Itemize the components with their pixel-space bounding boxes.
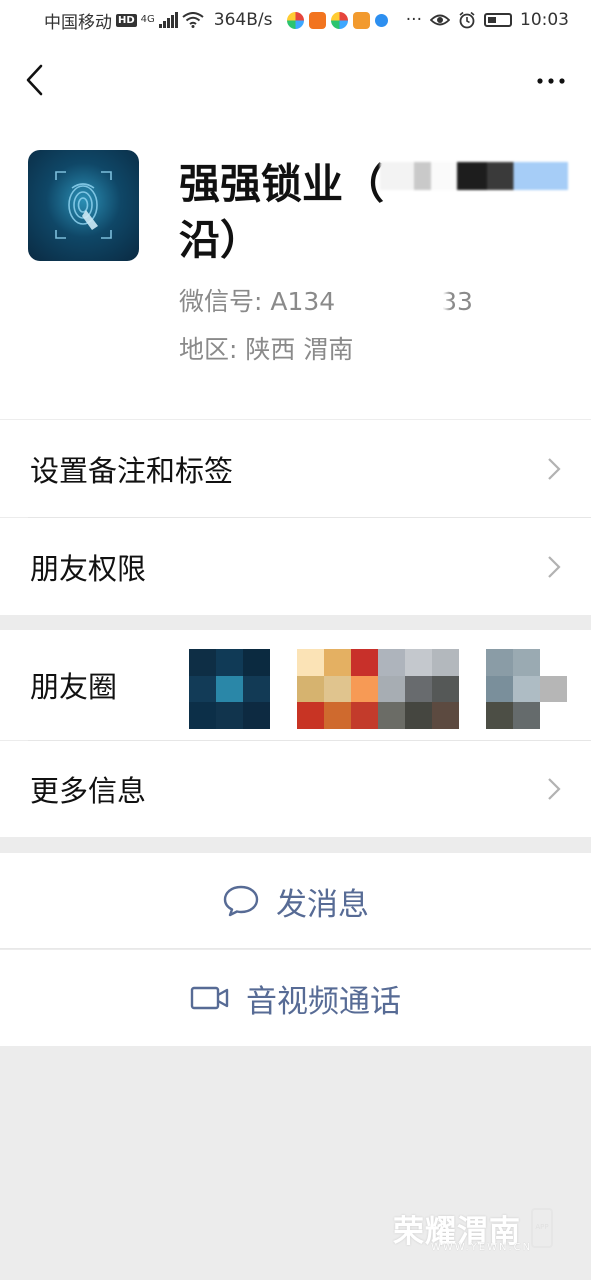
more-info-label: 更多信息 xyxy=(30,774,147,808)
avatar[interactable] xyxy=(28,150,139,261)
contact-name-line2: 沿） xyxy=(179,216,261,264)
watermark: 荣耀渭南 WWW.YEWN.CN APP xyxy=(393,1206,553,1256)
wechat-id-redaction xyxy=(362,283,447,317)
send-message-label: 发消息 xyxy=(276,886,369,923)
moments-thumbnail[interactable] xyxy=(189,649,270,729)
network-speed: 364B/s xyxy=(213,10,273,30)
fingerprint-icon xyxy=(55,171,112,239)
video-call-label: 音视频通话 xyxy=(246,983,401,1020)
chevron-right-icon xyxy=(548,778,561,800)
video-camera-icon xyxy=(190,986,229,1010)
clock: 10:03 xyxy=(520,10,569,30)
watermark-url: WWW.YEWN.CN xyxy=(431,1242,533,1253)
set-remarks-label: 设置备注和标签 xyxy=(30,453,234,488)
moments-thumbnail[interactable] xyxy=(486,649,567,729)
more-options-icon[interactable] xyxy=(531,66,571,96)
app-notification-icon xyxy=(286,11,304,29)
more-info-row[interactable]: 更多信息 xyxy=(0,741,591,837)
phone-icon: APP xyxy=(531,1208,553,1248)
video-call-button[interactable]: 音视频通话 xyxy=(0,950,591,1046)
network-type: 4G xyxy=(140,13,155,25)
app-notification-icon xyxy=(330,11,348,29)
profile-card: 强强锁业（ 沿） 微信号: A134 533 地区: 陕西 渭南 xyxy=(0,122,591,419)
moments-thumbnail[interactable] xyxy=(297,649,459,729)
app-notification-icon xyxy=(374,13,388,27)
more-notifications: ··· xyxy=(405,10,422,30)
send-message-button[interactable]: 发消息 xyxy=(0,853,591,949)
header-bar xyxy=(0,40,591,122)
hd-badge: HD xyxy=(116,13,137,27)
app-notification-icon xyxy=(308,11,326,29)
chevron-right-icon xyxy=(548,457,561,480)
carrier-label: 中国移动 xyxy=(44,12,112,33)
alarm-icon xyxy=(459,11,475,29)
watermark-badge: APP xyxy=(535,1223,549,1231)
name-mosaic xyxy=(380,162,568,190)
battery-icon xyxy=(484,13,512,27)
chevron-right-icon xyxy=(548,555,561,578)
chat-bubble-icon xyxy=(223,885,259,917)
app-notification-icon xyxy=(352,11,370,29)
set-remarks-row[interactable]: 设置备注和标签 xyxy=(0,420,591,517)
friend-permissions-row[interactable]: 朋友权限 xyxy=(0,518,591,615)
friend-permissions-label: 朋友权限 xyxy=(30,551,147,586)
eye-icon xyxy=(430,14,450,26)
moments-label: 朋友圈 xyxy=(30,670,118,704)
signal-icon xyxy=(158,12,178,28)
status-bar: 中国移动 HD 4G 364B/s ··· 10:03 xyxy=(0,0,591,40)
wifi-icon xyxy=(182,12,204,28)
divider xyxy=(0,948,591,949)
contact-name-line1: 强强锁业（ xyxy=(179,160,384,208)
wechat-id-label: 微信号: A134 xyxy=(179,287,336,316)
back-icon[interactable] xyxy=(16,60,56,100)
region: 地区: 陕西 渭南 xyxy=(179,335,354,364)
